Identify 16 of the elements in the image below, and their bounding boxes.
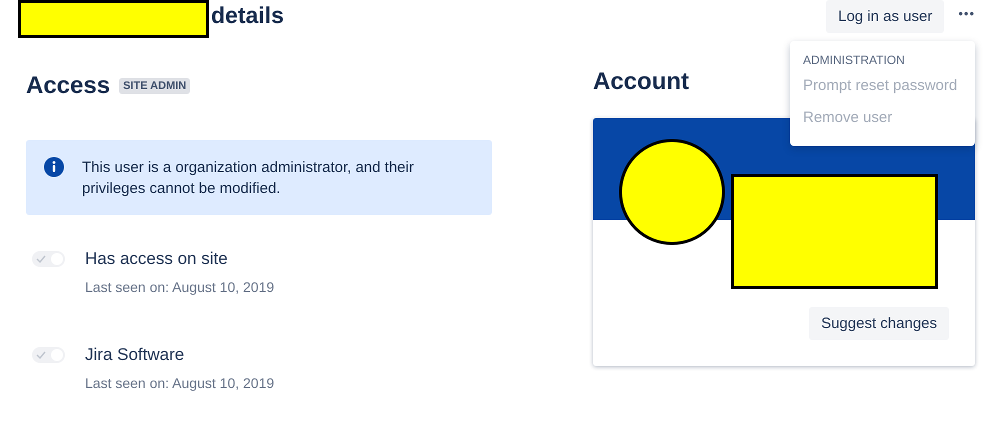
more-button[interactable]: ••• bbox=[958, 0, 975, 27]
section-heading: Access bbox=[26, 72, 110, 100]
product-name: Jira Software bbox=[85, 345, 186, 365]
last-seen-text: Last seen on: August 10, 2019 bbox=[85, 279, 274, 295]
product-name: Has access on site bbox=[85, 249, 229, 269]
info-message: This user is a organization administrator, and their privileges cannot be modified. bbox=[82, 158, 415, 198]
page-title: details bbox=[211, 2, 284, 29]
section-heading: Account bbox=[593, 68, 689, 96]
check-icon bbox=[36, 351, 46, 359]
site-admin-badge: SITE ADMIN bbox=[119, 78, 190, 94]
info-icon bbox=[44, 157, 64, 177]
suggest-changes-button[interactable]: Suggest changes bbox=[809, 307, 949, 340]
log-in-as-user-button[interactable]: Log in as user bbox=[826, 0, 944, 33]
last-seen-text: Last seen on: August 10, 2019 bbox=[85, 375, 274, 391]
menu-heading: ADMINISTRATION bbox=[803, 53, 906, 67]
check-icon bbox=[36, 255, 46, 263]
